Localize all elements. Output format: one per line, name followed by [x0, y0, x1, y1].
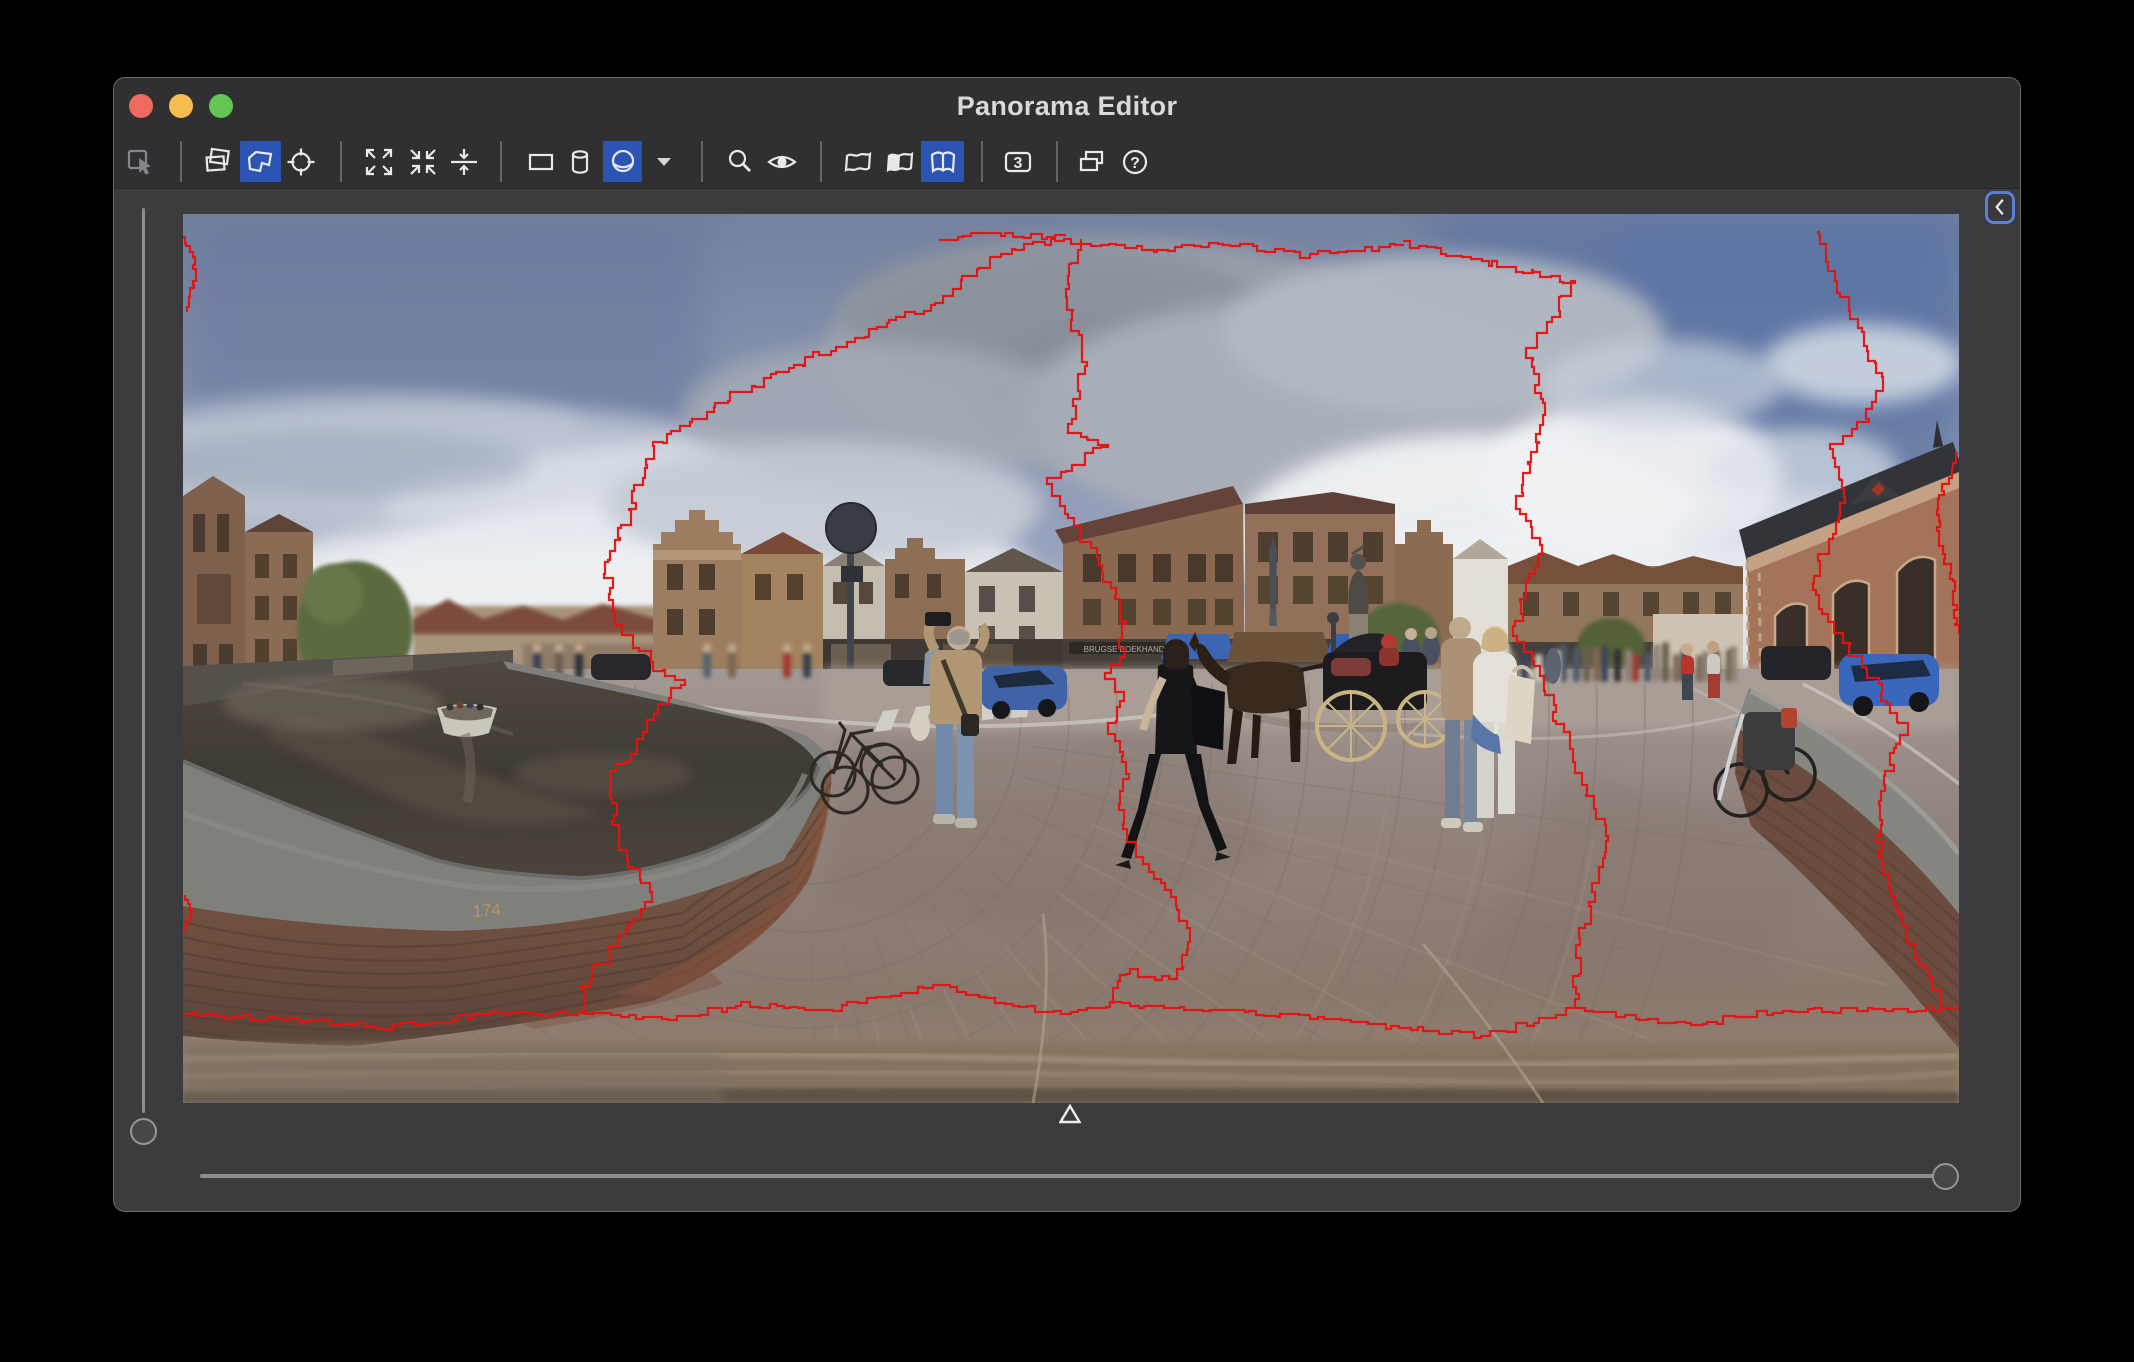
svg-text:174: 174: [472, 900, 502, 921]
svg-text:?: ?: [1130, 155, 1140, 172]
svg-text:BRUGSE BOEKHANDEL: BRUGSE BOEKHANDEL: [1084, 645, 1175, 654]
svg-text:3: 3: [1014, 155, 1023, 172]
